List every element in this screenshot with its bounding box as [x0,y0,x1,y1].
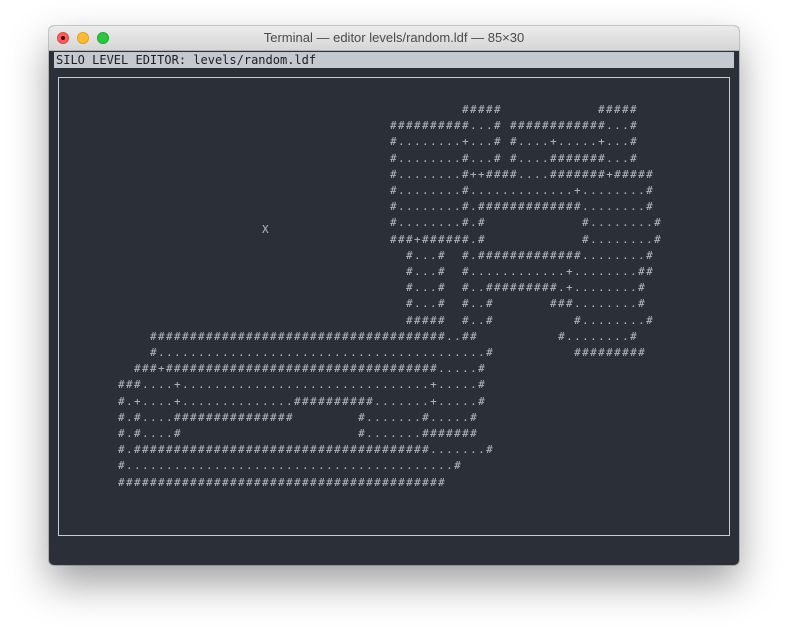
terminal-window: Terminal — editor levels/random.ldf — 85… [49,26,739,565]
map-row: ###+######.# #........# [390,232,663,246]
map-row: #........+...# #....+.....+...# [390,135,639,149]
map-row: #.#....############### #.......#.....# [118,410,479,424]
map-row: #...# #.#############........# [406,248,655,262]
map-row: #.+....+..............##########.......+… [118,394,487,408]
editor-cursor: X [262,223,269,236]
map-row: ########################################… [118,475,447,489]
map-row: #...# #..# ###........# [406,297,647,311]
map-row: #...# #............+........## [406,265,655,278]
map-row: ##########...# ############...# [390,119,639,133]
map-row: ###+##################################..… [134,362,487,376]
map-row: #...# #..#########.+........# [406,281,647,295]
map-row: #........#++####....#######+##### [390,167,655,181]
map-row: #.......................................… [118,459,463,473]
map-row: #.#####################################.… [118,443,495,457]
map-row: #........#.............+........# [390,184,655,197]
map-row: ##### ##### [462,103,639,116]
map-row: ###....+...............................+… [118,378,487,392]
map-row: #........#.#############........# [390,200,655,214]
level-map[interactable]: ##### ##### ##########...# ############..… [49,26,739,565]
map-row: #####################################..#… [150,329,639,343]
map-row: ##### #..# #........# [406,313,655,327]
map-row: #.......................................… [150,346,647,359]
map-row: #........#.# #........# [390,216,663,230]
map-row: #.#....# #.......####### [118,427,479,440]
map-row: #........#...# #....#######...# [390,151,639,165]
